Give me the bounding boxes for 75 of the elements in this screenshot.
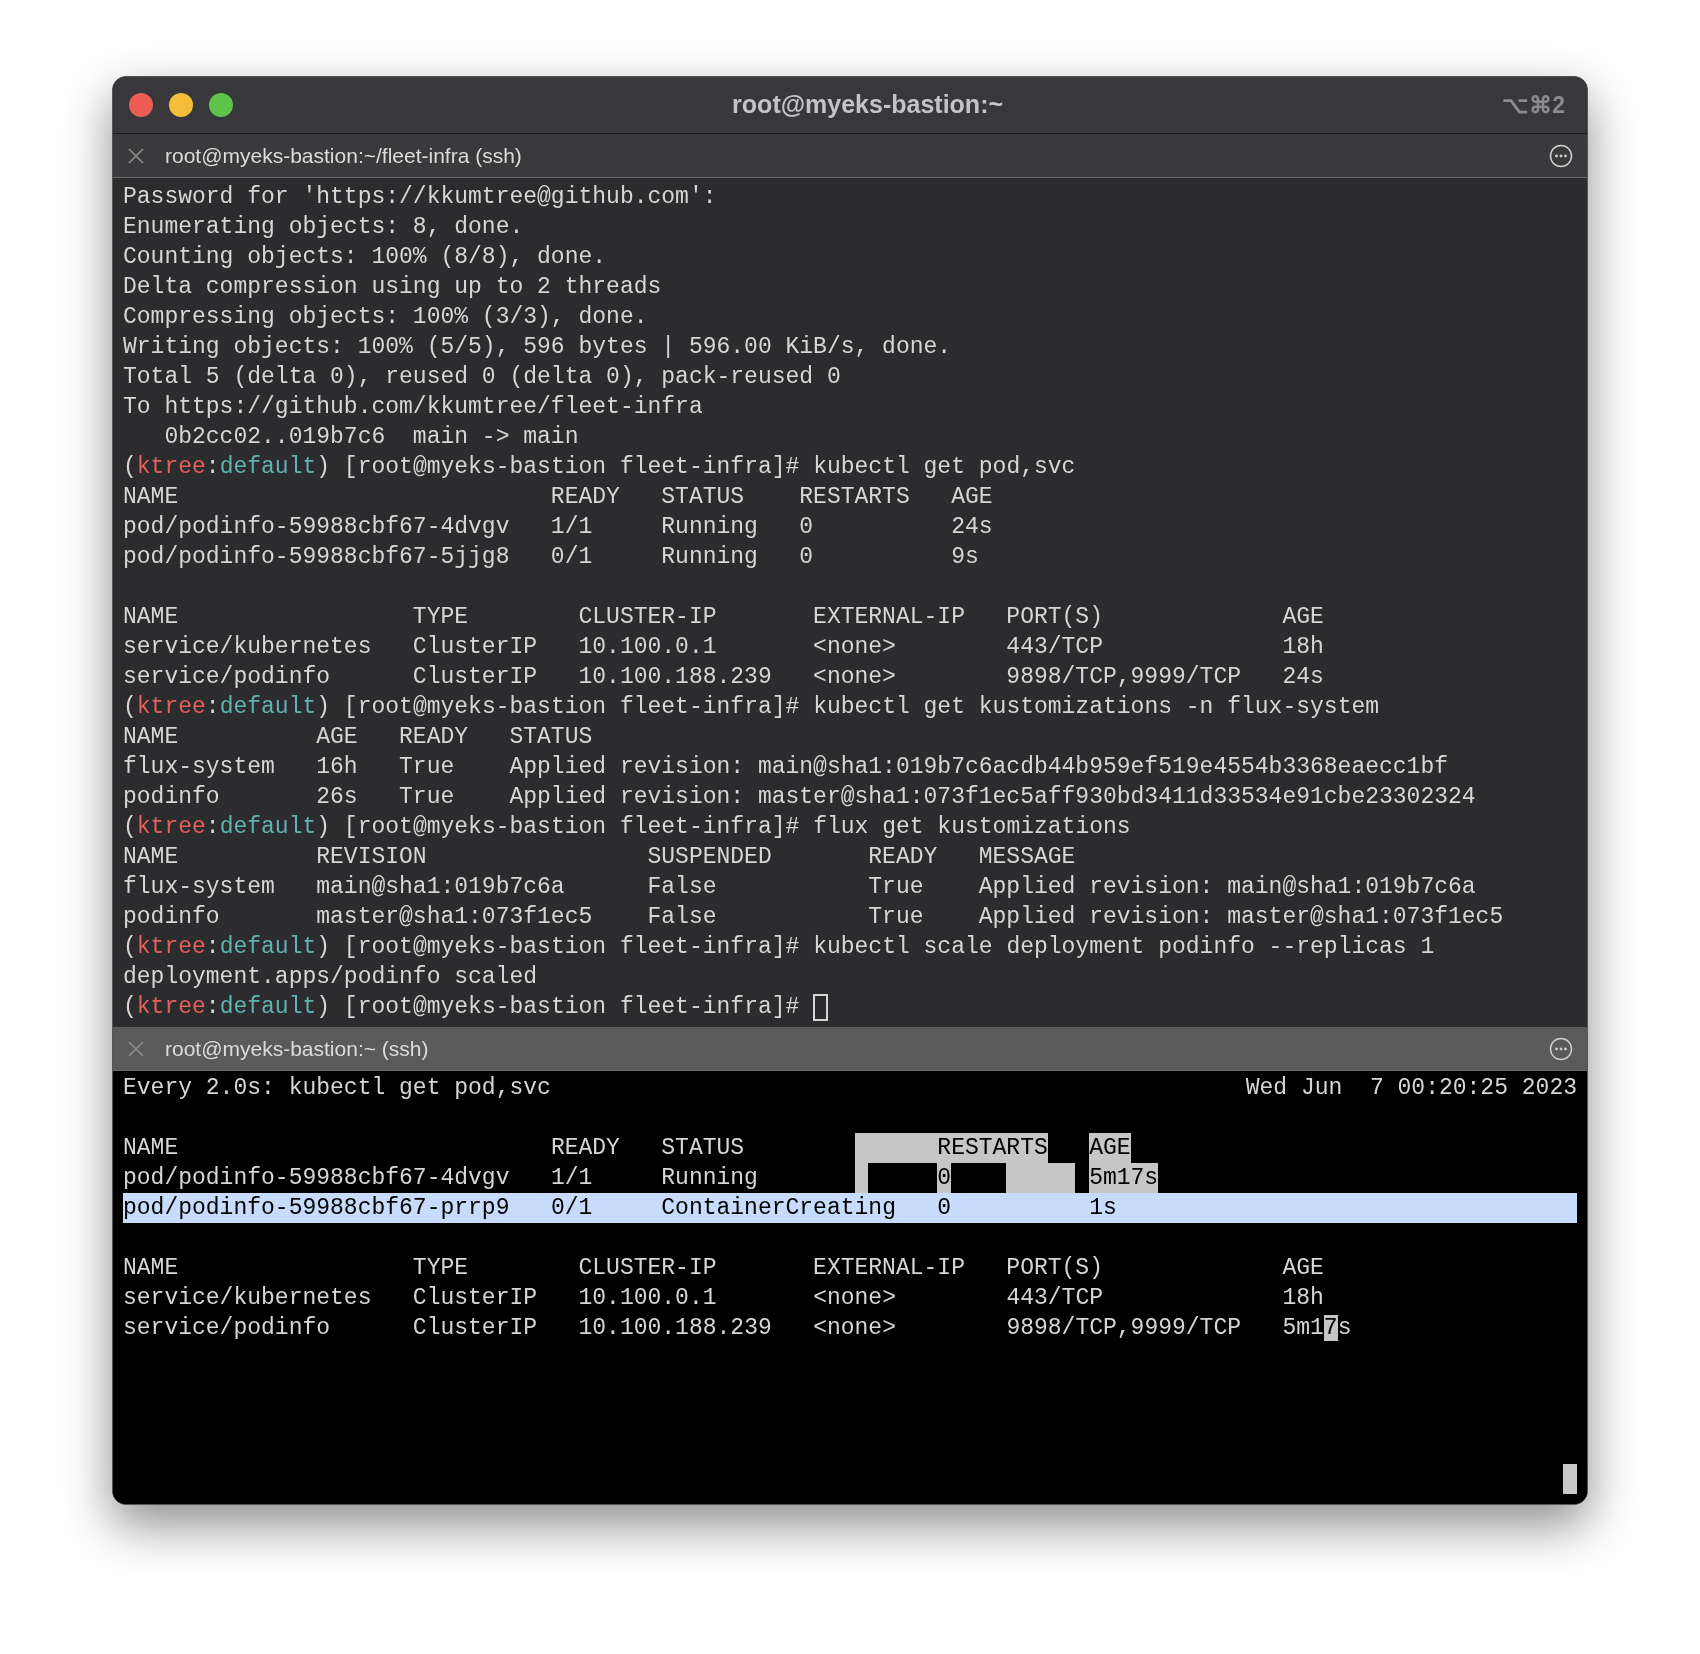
output-line: NAME TYPE CLUSTER-IP EXTERNAL-IP PORT(S) AGE — [123, 603, 1324, 632]
output-line: pod/podinfo-59988cbf67-5jjg8 0/1 Running 0 9s — [123, 543, 979, 572]
prompt-line: (ktree:default) [root@myeks-bastion fleet-infra]# flux get kustomizations — [123, 813, 1131, 842]
output-line: Enumerating objects: 8, done. — [123, 213, 524, 242]
table-cell-text: 1/1 — [550, 1164, 593, 1193]
table-cell-text: 5m17s — [1282, 1314, 1352, 1343]
table-cell-text: Running — [661, 1164, 758, 1193]
table-cell-text: 0 — [937, 1194, 952, 1223]
output-line: Counting objects: 100% (8/8), done. — [123, 243, 607, 272]
output-line: service/kubernetes ClusterIP 10.100.0.1 <none> 443/TCP 18h — [123, 633, 1324, 662]
output-line: Writing objects: 100% (5/5), 596 bytes | 596.00 KiB/s, done. — [123, 333, 952, 362]
output-line: To https://github.com/kkumtree/fleet-infra — [123, 393, 703, 422]
output-line: podinfo 26s True Applied revision: master@sha1:073f1ec5aff930bd3411d33534e91cbe23302324 — [123, 783, 1476, 812]
block-cursor — [1563, 1464, 1577, 1494]
column-header: CLUSTER-IP — [578, 1254, 717, 1283]
column-header: READY — [550, 1134, 620, 1163]
table-cell-text: 9898/TCP,9999/TCP — [1006, 1314, 1241, 1343]
pane-title: root@myeks-bastion:~ (ssh) — [165, 1035, 429, 1062]
redraw-artifact — [854, 1163, 869, 1193]
watch-command: Every 2.0s: kubectl get pod,svc — [123, 1074, 551, 1103]
table-cell-text: 1s — [1089, 1194, 1117, 1223]
table-cell-text: <none> — [813, 1284, 896, 1313]
column-header: AGE — [1089, 1133, 1131, 1163]
column-header: RESTARTS — [854, 1133, 1048, 1163]
table-cell-text: ClusterIP — [412, 1314, 538, 1343]
table-cell: 0 — [937, 1163, 952, 1193]
table-cell-text: pod/podinfo-59988cbf67-4dvgv — [123, 1164, 510, 1193]
prompt-line: (ktree:default) [root@myeks-bastion fleet-infra]# kubectl get kustomizations -n flux-system — [123, 693, 1380, 722]
table-cell-text: 443/TCP — [1006, 1284, 1103, 1313]
output-line: service/podinfo ClusterIP 10.100.188.239 <none> 9898/TCP,9999/TCP 24s — [123, 663, 1324, 692]
watch-timestamp: Wed Jun 7 00:20:25 2023 — [1245, 1074, 1577, 1103]
output-line: flux-system 16h True Applied revision: main@sha1:019b7c6acdb44b959ef519e4554b3368eaecc1bf — [123, 753, 1448, 782]
redraw-artifact — [1006, 1163, 1076, 1193]
output-line: pod/podinfo-59988cbf67-4dvgv 1/1 Running 0 24s — [123, 513, 993, 542]
column-header: NAME — [123, 1134, 179, 1163]
table-cell-text: pod/podinfo-59988cbf67-prrp9 — [123, 1194, 510, 1223]
column-header: AGE — [1282, 1254, 1324, 1283]
prompt-line: (ktree:default) [root@myeks-bastion fleet-infra]# kubectl scale deployment podinfo --replicas 1 — [123, 933, 1435, 962]
output-line: deployment.apps/podinfo scaled — [123, 963, 538, 992]
window-shortcut: ⌥⌘2 — [1502, 90, 1566, 120]
table-cell-text: 10.100.0.1 — [578, 1284, 717, 1313]
table-cell-text: service/kubernetes — [123, 1284, 372, 1313]
column-header: NAME — [123, 1254, 179, 1283]
output-line: NAME AGE READY STATUS — [123, 723, 593, 752]
pane-title: root@myeks-bastion:~/fleet-infra (ssh) — [165, 142, 522, 169]
zoom-window-button[interactable] — [209, 93, 233, 117]
column-header: EXTERNAL-IP — [813, 1254, 965, 1283]
close-window-button[interactable] — [129, 93, 153, 117]
output-line: 0b2cc02..019b7c6 main -> main — [163, 423, 579, 452]
column-header: STATUS — [661, 1134, 745, 1163]
column-header: PORT(S) — [1006, 1254, 1103, 1283]
output-line: Compressing objects: 100% (3/3), done. — [123, 303, 648, 332]
prompt-line: (ktree:default) [root@myeks-bastion fleet-infra]# — [123, 993, 801, 1022]
output-line: Delta compression using up to 2 threads — [123, 273, 662, 302]
minimize-window-button[interactable] — [169, 93, 193, 117]
table-cell-text: 18h — [1282, 1284, 1324, 1313]
output-line: flux-system main@sha1:019b7c6a False True Applied revision: main@sha1:019b7c6a — [123, 873, 1476, 902]
output-line: NAME REVISION SUSPENDED READY MESSAGE — [123, 843, 1076, 872]
close-icon[interactable] — [127, 146, 145, 165]
more-options-icon[interactable] — [1549, 1036, 1573, 1061]
table-cell-text: 0/1 — [550, 1194, 593, 1223]
table-cell: 5m17s — [1089, 1163, 1159, 1193]
column-header: TYPE — [412, 1254, 469, 1283]
output-line: Password for 'https://kkumtree@github.com': — [123, 183, 717, 212]
output-line: podinfo master@sha1:073f1ec5 False True Applied revision: master@sha1:073f1ec5 — [123, 903, 1504, 932]
prompt-line: (ktree:default) [root@myeks-bastion fleet-infra]# kubectl get pod,svc — [123, 453, 1076, 482]
table-cell-text: <none> — [813, 1314, 896, 1343]
output-line: NAME READY STATUS RESTARTS AGE — [123, 483, 993, 512]
output-line: Total 5 (delta 0), reused 0 (delta 0), pack-reused 0 — [123, 363, 841, 392]
more-options-icon[interactable] — [1549, 143, 1573, 168]
table-cell-text: service/podinfo — [123, 1314, 331, 1343]
window-title: root@myeks-bastion:~ — [732, 89, 1004, 121]
table-cell-text: ClusterIP — [412, 1284, 538, 1313]
table-cell-text: ContainerCreating — [661, 1194, 896, 1223]
table-cell-text: 10.100.188.239 — [578, 1314, 772, 1343]
